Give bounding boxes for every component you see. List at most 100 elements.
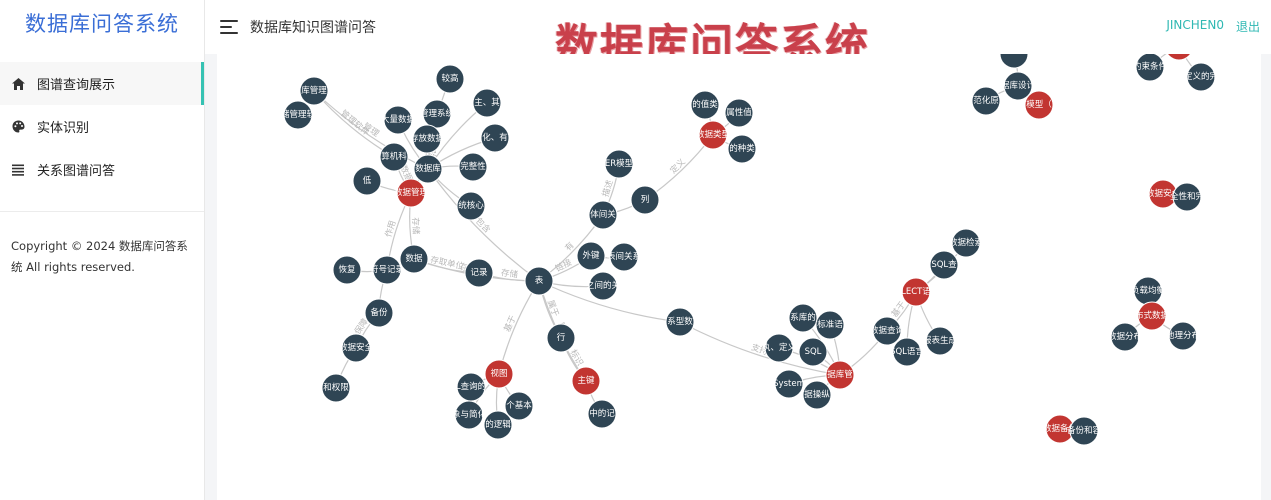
graph-node[interactable]: L查询的 (456, 372, 486, 402)
graph-node-circle[interactable] (1165, 54, 1193, 61)
graph-node[interactable]: 定义的完 (1184, 62, 1219, 92)
graph-node-label: 低 (363, 175, 372, 186)
sidebar-item-label: 图谱查询展示 (37, 78, 116, 93)
graph-edge-label: 存储 (500, 267, 519, 280)
knowledge-graph[interactable]: 管理管理软件数据结构数据包含存储作用存取单位存取单位存储保障有描述定义链接属于基… (217, 54, 1261, 500)
graph-node-label: 表 (535, 275, 544, 286)
sidebar-item-graph-query[interactable]: 图谱查询展示 (0, 62, 204, 105)
graph-node[interactable]: SQL查 (929, 250, 959, 280)
graph-node[interactable]: 符号记录 (370, 255, 405, 285)
graph-node-label: 数据检索 (949, 237, 983, 248)
graph-node-label: SQL (805, 347, 822, 357)
graph-node[interactable]: 数据检索 (949, 228, 983, 258)
graph-node[interactable]: 的值类 (690, 90, 720, 120)
graph-node[interactable]: 数据分布 (1108, 322, 1142, 352)
graph-node-label: 统核心 (458, 200, 484, 211)
graph-node[interactable]: SQL (798, 337, 828, 367)
graph-node[interactable]: 负载均衡 (1131, 276, 1166, 306)
graph-node[interactable] (1165, 54, 1193, 61)
graph-node[interactable]: 据库管 (825, 360, 855, 390)
graph-node-label: 范化原 (973, 95, 999, 106)
graph-node[interactable]: 主、其 (472, 88, 502, 118)
graph-node[interactable]: 之间的关 (586, 271, 621, 301)
graph-edge-label: 基于 (502, 313, 519, 333)
graph-node[interactable]: 完整性 (458, 152, 488, 182)
graph-node[interactable]: 地理分布 (1166, 321, 1200, 351)
graph-node[interactable]: LECT语 (901, 277, 931, 307)
graph-node[interactable]: 据操纵 (802, 380, 832, 410)
graph-node-label: 全性和完 (1170, 191, 1205, 202)
menu-toggle-icon[interactable] (220, 20, 238, 34)
graph-node[interactable]: 系库的 (788, 303, 818, 333)
graph-node[interactable]: 较高 (435, 64, 465, 94)
graph-node[interactable]: System (773, 369, 805, 399)
graph-edge-label: 标识 (568, 348, 586, 368)
graph-node[interactable]: 列 (630, 185, 660, 215)
graph-node-label: 存放数据 (410, 133, 445, 144)
graph-node-circle[interactable] (999, 54, 1029, 69)
graph-node[interactable]: 算机科 (379, 142, 409, 172)
app-root: 数据库问答系统 图谱查询展示 实体识别 关系图谱问答 Copyright © 2… (0, 0, 1271, 500)
graph-node[interactable]: ER模型 (604, 149, 634, 179)
sidebar-item-entity-recognition[interactable]: 实体识别 (0, 105, 204, 148)
graph-node[interactable]: 低 (352, 166, 382, 196)
graph-node-label: 数据管理 (394, 187, 429, 198)
graph-node-label: ER模型 (605, 158, 634, 169)
logout-button[interactable]: 退出 (1236, 18, 1260, 35)
graph-node-label: 的值类 (692, 99, 718, 110)
graph-node[interactable]: 系型数 (665, 307, 695, 337)
graph-node[interactable]: 数据管理 (394, 178, 429, 208)
graph-node[interactable]: 个基本 (504, 391, 534, 421)
graph-node-label: 系库的 (790, 312, 816, 323)
graph-node-label: 执、定义 (762, 342, 797, 353)
graph-node[interactable]: 管理系统 (420, 99, 455, 129)
graph-node[interactable]: 报表生成 (923, 326, 958, 356)
graph-node-label: 大量数据 (381, 114, 416, 125)
graph-node-label: L查询的 (456, 381, 486, 392)
graph-node[interactable]: 行 (546, 323, 576, 353)
graph-node[interactable] (999, 54, 1029, 69)
graph-node[interactable]: 表 (524, 266, 554, 296)
graph-node-label: 数据类型 (696, 129, 731, 140)
graph-node[interactable]: 数据库 (413, 154, 443, 184)
graph-node[interactable]: 主键 (571, 366, 601, 396)
graph-node[interactable]: 数据类型 (696, 120, 731, 150)
graph-node[interactable]: 和权限 (321, 373, 351, 403)
graph-node[interactable]: 约束条件 (1133, 54, 1168, 82)
sidebar: 数据库问答系统 图谱查询展示 实体识别 关系图谱问答 Copyright © 2… (0, 0, 205, 500)
graph-node[interactable]: 库管理 (299, 76, 329, 106)
graph-node[interactable]: 记录 (464, 258, 494, 288)
graph-node[interactable]: 恢复 (332, 255, 362, 285)
graph-node[interactable]: 备份 (364, 298, 394, 328)
graph-node[interactable]: 视图 (484, 359, 514, 389)
graph-node[interactable]: 模型（ (1024, 90, 1054, 120)
sidebar-item-relation-qa[interactable]: 关系图谱问答 (0, 148, 204, 191)
graph-node[interactable]: 体间关 (588, 200, 618, 230)
graph-node-label: 和权限 (323, 382, 349, 393)
graph-node[interactable]: 储管理软 (281, 100, 316, 130)
graph-node[interactable]: 表间关系 (607, 242, 641, 272)
graph-node[interactable]: 中的记 (587, 399, 617, 429)
graph-node[interactable]: 象与简化 (452, 400, 487, 430)
graph-edge-label: 描述 (600, 178, 616, 198)
graph-node[interactable]: 存放数据 (410, 124, 445, 154)
graph-node[interactable]: 范化原 (971, 86, 1001, 116)
graph-node-label: 象与简化 (452, 409, 487, 420)
username-link[interactable]: JINCHEN0 (1166, 18, 1224, 32)
graph-node[interactable]: 的种类 (727, 134, 757, 164)
graph-node[interactable]: 统核心 (456, 191, 486, 221)
graph-node[interactable]: 标准语 (815, 310, 845, 340)
graph-node[interactable]: 大量数据 (381, 105, 416, 135)
graph-node[interactable]: 数据 (399, 244, 429, 274)
sidebar-item-label: 关系图谱问答 (37, 164, 116, 179)
graph-node[interactable]: 化、有 (480, 123, 510, 153)
graph-node[interactable]: 外键 (576, 241, 606, 271)
graph-node-label: 数据分布 (1108, 331, 1142, 342)
graph-node-label: 属性值 (726, 107, 752, 118)
graph-node-label: 负载均衡 (1131, 285, 1166, 296)
graph-node-label: 个基本 (506, 400, 532, 411)
graph-node[interactable]: 数据安全 (339, 333, 374, 363)
graph-node-label: 数据安全 (339, 342, 374, 353)
graph-node[interactable]: 属性值 (724, 98, 754, 128)
graph-node-label: 化、有 (482, 132, 508, 143)
